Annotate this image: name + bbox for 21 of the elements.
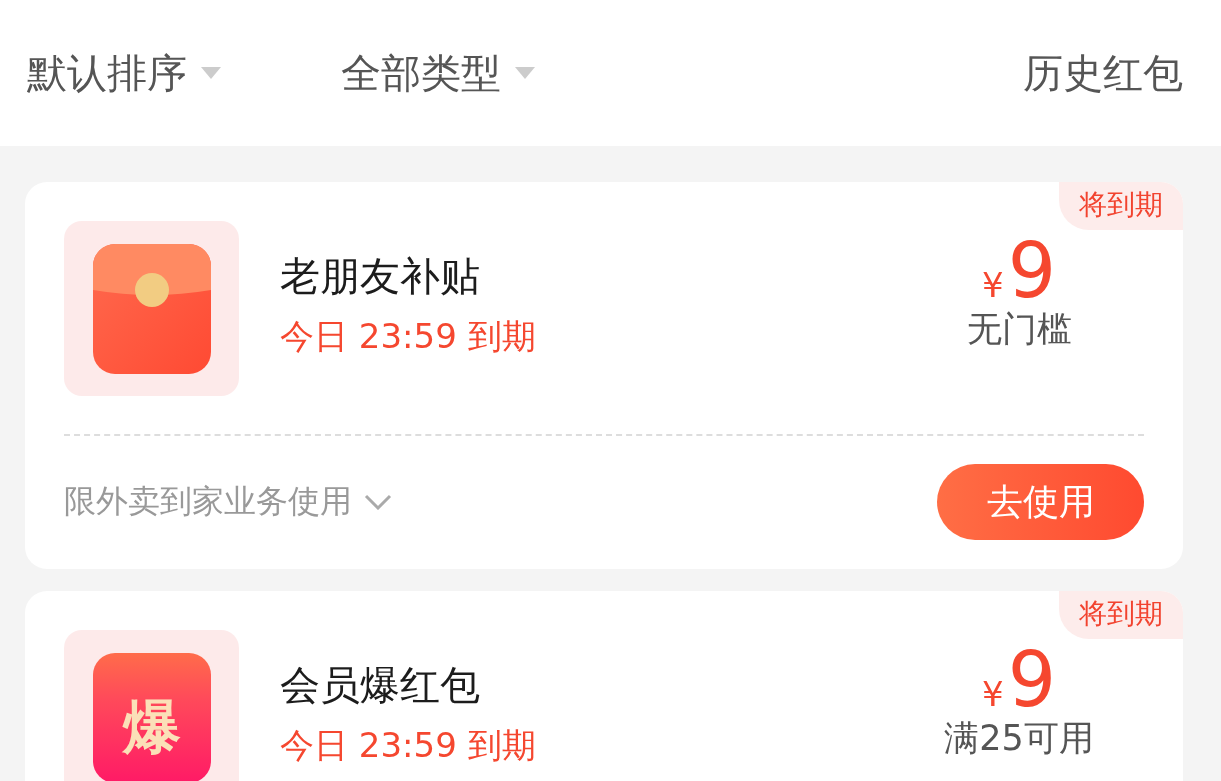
envelope-icon: [92, 243, 211, 374]
scope-text: 限外卖到家业务使用: [64, 481, 352, 522]
coupon-title: 老朋友补贴: [280, 252, 481, 301]
usage-condition: 满25可用: [944, 718, 1094, 759]
expiring-badge: 将到期: [1059, 182, 1183, 230]
caret-icon: [515, 67, 535, 79]
burst-envelope-icon: 爆: [92, 652, 211, 781]
history-link[interactable]: 历史红包: [1023, 45, 1183, 101]
expiry-text: 今日 23:59 到期: [280, 724, 537, 767]
currency-symbol: ¥: [982, 674, 1004, 715]
filter-dropdown[interactable]: 全部类型: [341, 45, 535, 101]
caret-icon: [201, 67, 221, 79]
coupon-title: 会员爆红包: [280, 661, 481, 710]
usage-condition: 无门槛: [966, 309, 1072, 350]
chevron-down-icon: [364, 494, 392, 510]
coupon-amount: 9: [1007, 233, 1056, 310]
currency-symbol: ¥: [982, 265, 1004, 306]
filter-dropdown[interactable]: 默认排序: [27, 45, 221, 101]
expiry-text: 今日 23:59 到期: [280, 315, 537, 358]
expiring-badge: 将到期: [1059, 591, 1183, 639]
coupon-amount: 9: [1007, 642, 1056, 719]
